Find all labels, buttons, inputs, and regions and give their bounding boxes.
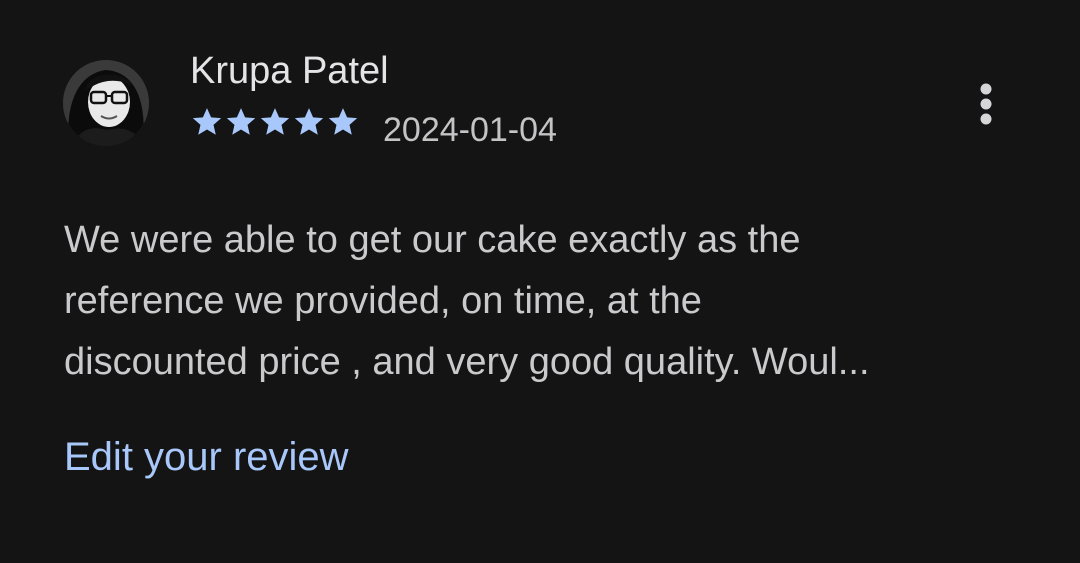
- star-icon: [260, 108, 290, 135]
- more-options-button[interactable]: [960, 76, 1012, 132]
- avatar[interactable]: [63, 60, 149, 146]
- review-text-line: We were able to get our cake exactly as …: [64, 219, 801, 261]
- review-text-line: reference we provided, on time, at the: [64, 280, 702, 322]
- avatar-photo: [63, 60, 149, 146]
- edit-review-link[interactable]: Edit your review: [64, 432, 349, 482]
- more-vert-icon: [980, 83, 992, 125]
- star-rating: [190, 104, 360, 140]
- review-text[interactable]: We were able to get our cake exactly as …: [64, 210, 1054, 393]
- review-card: Krupa Patel 2024-01-04 We were able to g…: [0, 0, 1080, 563]
- star-icon: [192, 108, 222, 135]
- author-name: Krupa Patel: [190, 50, 389, 92]
- review-text-line: discounted price , and very good quality…: [64, 341, 870, 383]
- star-icon: [294, 108, 324, 135]
- star-icon: [328, 108, 358, 135]
- star-icon: [226, 108, 256, 135]
- review-date: 2024-01-04: [383, 111, 557, 149]
